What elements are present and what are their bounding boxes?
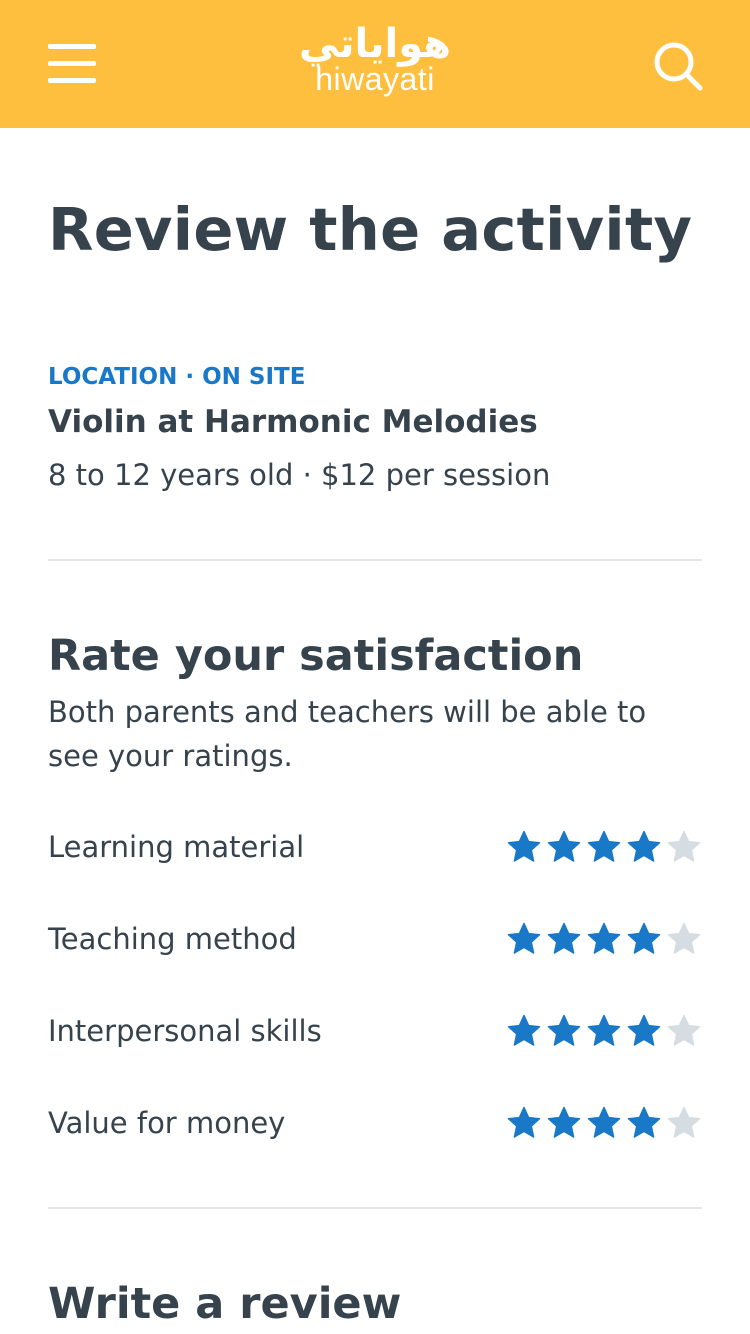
- star-filled-icon[interactable]: [506, 829, 542, 865]
- activity-name: Violin at Harmonic Melodies: [48, 404, 538, 440]
- star-filled-icon[interactable]: [586, 1013, 622, 1049]
- app-header: هواياتي hiwayati: [0, 0, 750, 128]
- rating-row-interpersonal-skills: Interpersonal skills: [48, 1006, 702, 1056]
- rating-row-learning-material: Learning material: [48, 822, 702, 872]
- hamburger-menu-icon[interactable]: [48, 44, 96, 84]
- rating-label: Teaching method: [48, 922, 297, 956]
- star-filled-icon[interactable]: [626, 829, 662, 865]
- star-filled-icon[interactable]: [586, 1105, 622, 1141]
- star-empty-icon[interactable]: [666, 1105, 702, 1141]
- rating-row-teaching-method: Teaching method: [48, 914, 702, 964]
- rating-label: Interpersonal skills: [48, 1014, 322, 1048]
- menu-line: [48, 78, 96, 83]
- rate-section-title: Rate your satisfaction: [48, 631, 584, 681]
- star-rating[interactable]: [506, 921, 702, 957]
- search-glyph: [654, 42, 703, 91]
- rating-label: Learning material: [48, 830, 305, 864]
- star-empty-icon[interactable]: [666, 1013, 702, 1049]
- activity-meta: 8 to 12 years old · $12 per session: [48, 458, 551, 492]
- star-filled-icon[interactable]: [546, 921, 582, 957]
- star-filled-icon[interactable]: [546, 1105, 582, 1141]
- star-empty-icon[interactable]: [666, 921, 702, 957]
- rating-row-value-for-money: Value for money: [48, 1098, 702, 1148]
- page-title: Review the activity: [48, 195, 693, 264]
- star-filled-icon[interactable]: [626, 921, 662, 957]
- rating-label: Value for money: [48, 1106, 286, 1140]
- app-logo[interactable]: هواياتي hiwayati: [275, 18, 475, 118]
- star-rating[interactable]: [506, 1013, 702, 1049]
- menu-line: [48, 44, 96, 49]
- rate-section-description: Both parents and teachers will be able t…: [48, 695, 647, 773]
- star-filled-icon[interactable]: [506, 1013, 542, 1049]
- star-filled-icon[interactable]: [506, 1105, 542, 1141]
- star-filled-icon[interactable]: [546, 1013, 582, 1049]
- star-filled-icon[interactable]: [586, 829, 622, 865]
- location-label: LOCATION · ON SITE: [48, 364, 306, 390]
- star-empty-icon[interactable]: [666, 829, 702, 865]
- star-rating[interactable]: [506, 829, 702, 865]
- star-filled-icon[interactable]: [626, 1105, 662, 1141]
- review-section-title: Write a review: [48, 1279, 402, 1329]
- star-filled-icon[interactable]: [586, 921, 622, 957]
- section-divider: [48, 559, 702, 561]
- section-divider: [48, 1207, 702, 1209]
- search-icon[interactable]: [650, 38, 706, 94]
- star-filled-icon[interactable]: [506, 921, 542, 957]
- star-filled-icon[interactable]: [626, 1013, 662, 1049]
- menu-line: [48, 61, 96, 66]
- star-filled-icon[interactable]: [546, 829, 582, 865]
- star-rating[interactable]: [506, 1105, 702, 1141]
